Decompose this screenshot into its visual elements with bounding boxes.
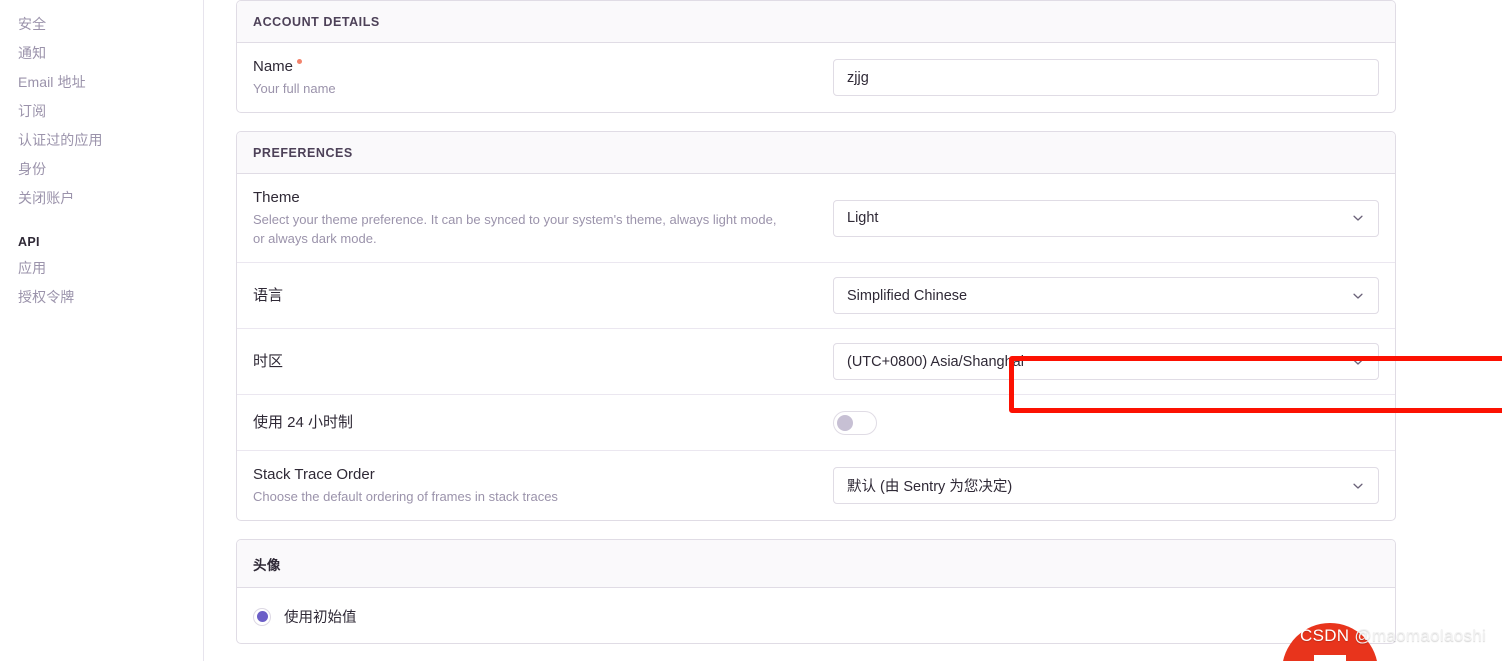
clock-24h-label-block: 使用 24 小时制	[253, 413, 833, 433]
sidebar-item-authorized-apps[interactable]: 认证过的应用	[0, 126, 203, 155]
language-field-wrap: Simplified Chinese	[833, 277, 1379, 314]
stack-trace-order-select[interactable]: 默认 (由 Sentry 为您决定)	[833, 467, 1379, 504]
required-indicator-icon	[297, 59, 303, 64]
language-label-block: 语言	[253, 286, 833, 306]
clock-24h-row: 使用 24 小时制	[237, 395, 1395, 451]
language-label: 语言	[253, 286, 284, 304]
stack-trace-order-help-text: Choose the default ordering of frames in…	[253, 489, 558, 504]
language-select-value: Simplified Chinese	[847, 287, 968, 304]
avatar-panel: 头像 使用初始值	[236, 539, 1396, 644]
theme-row: Theme Select your theme preference. It c…	[237, 174, 1395, 263]
sidebar-item-subscriptions[interactable]: 订阅	[0, 97, 203, 126]
toggle-knob	[837, 414, 853, 431]
account-details-header: ACCOUNT DETAILS	[237, 1, 1395, 43]
name-label-text: Name	[253, 58, 294, 75]
sidebar-item-email[interactable]: Email 地址	[0, 68, 203, 97]
preferences-header: PREFERENCES	[237, 132, 1395, 174]
avatar-option-row[interactable]: 使用初始值	[237, 588, 1395, 643]
name-label: Name	[253, 57, 809, 77]
name-field-wrap	[833, 59, 1379, 96]
sidebar-item-close-account[interactable]: 关闭账户	[0, 184, 203, 213]
avatar-use-initials-radio[interactable]	[253, 607, 271, 626]
account-details-panel: ACCOUNT DETAILS Name Your full name	[236, 0, 1396, 113]
sidebar-item-applications[interactable]: 应用	[0, 254, 203, 283]
chevron-down-icon	[1351, 289, 1365, 303]
clock-24h-label: 使用 24 小时制	[253, 413, 354, 431]
avatar-use-initials-label: 使用初始值	[284, 610, 357, 626]
chevron-down-icon	[1351, 479, 1365, 493]
settings-page: 安全 通知 Email 地址 订阅 认证过的应用 身份 关闭账户 API 应用 …	[0, 0, 1502, 661]
radio-selected-dot-icon	[256, 611, 268, 622]
timezone-select-value: (UTC+0800) Asia/Shanghai	[847, 353, 1024, 370]
stack-trace-order-label: Stack Trace Order	[253, 466, 375, 483]
stack-trace-order-row: Stack Trace Order Choose the default ord…	[237, 451, 1395, 520]
timezone-select[interactable]: (UTC+0800) Asia/Shanghai	[833, 343, 1379, 380]
theme-help-text: Select your theme preference. It can be …	[253, 212, 777, 246]
chevron-down-icon	[1351, 355, 1365, 369]
theme-select[interactable]: Light	[833, 199, 1379, 237]
timezone-label-block: 时区	[253, 352, 833, 372]
theme-select-value: Light	[847, 210, 879, 226]
sidebar-section-api: API	[18, 235, 40, 249]
settings-content: ACCOUNT DETAILS Name Your full name PREF…	[204, 0, 1502, 661]
timezone-row: 时区 (UTC+0800) Asia/Shanghai	[237, 329, 1395, 395]
language-row: 语言 Simplified Chinese	[237, 263, 1395, 329]
theme-label-block: Theme Select your theme preference. It c…	[253, 188, 833, 248]
name-help-text: Your full name	[253, 81, 336, 96]
language-select[interactable]: Simplified Chinese	[833, 277, 1379, 314]
name-input[interactable]	[833, 59, 1379, 96]
timezone-label: 时区	[253, 352, 284, 370]
sidebar-item-security[interactable]: 安全	[0, 10, 203, 39]
chevron-down-icon	[1351, 211, 1365, 225]
settings-sidebar: 安全 通知 Email 地址 订阅 认证过的应用 身份 关闭账户 API 应用 …	[0, 0, 204, 661]
name-field-row: Name Your full name	[237, 43, 1395, 112]
theme-label: Theme	[253, 189, 300, 206]
avatar-header: 头像	[237, 540, 1395, 588]
preferences-panel: PREFERENCES Theme Select your theme pref…	[236, 131, 1396, 521]
clock-24h-toggle[interactable]	[833, 410, 877, 435]
timezone-field-wrap: (UTC+0800) Asia/Shanghai	[833, 343, 1379, 380]
name-label-block: Name Your full name	[253, 57, 833, 98]
clock-24h-field-wrap	[833, 410, 1379, 435]
sidebar-item-auth-tokens[interactable]: 授权令牌	[0, 283, 203, 312]
stack-trace-order-select-value: 默认 (由 Sentry 为您决定)	[847, 479, 1013, 495]
theme-field-wrap: Light	[833, 199, 1379, 237]
sidebar-item-notifications[interactable]: 通知	[0, 39, 203, 68]
stack-trace-order-label-block: Stack Trace Order Choose the default ord…	[253, 465, 833, 506]
stack-trace-order-field-wrap: 默认 (由 Sentry 为您决定)	[833, 467, 1379, 504]
sidebar-item-identities[interactable]: 身份	[0, 155, 203, 184]
